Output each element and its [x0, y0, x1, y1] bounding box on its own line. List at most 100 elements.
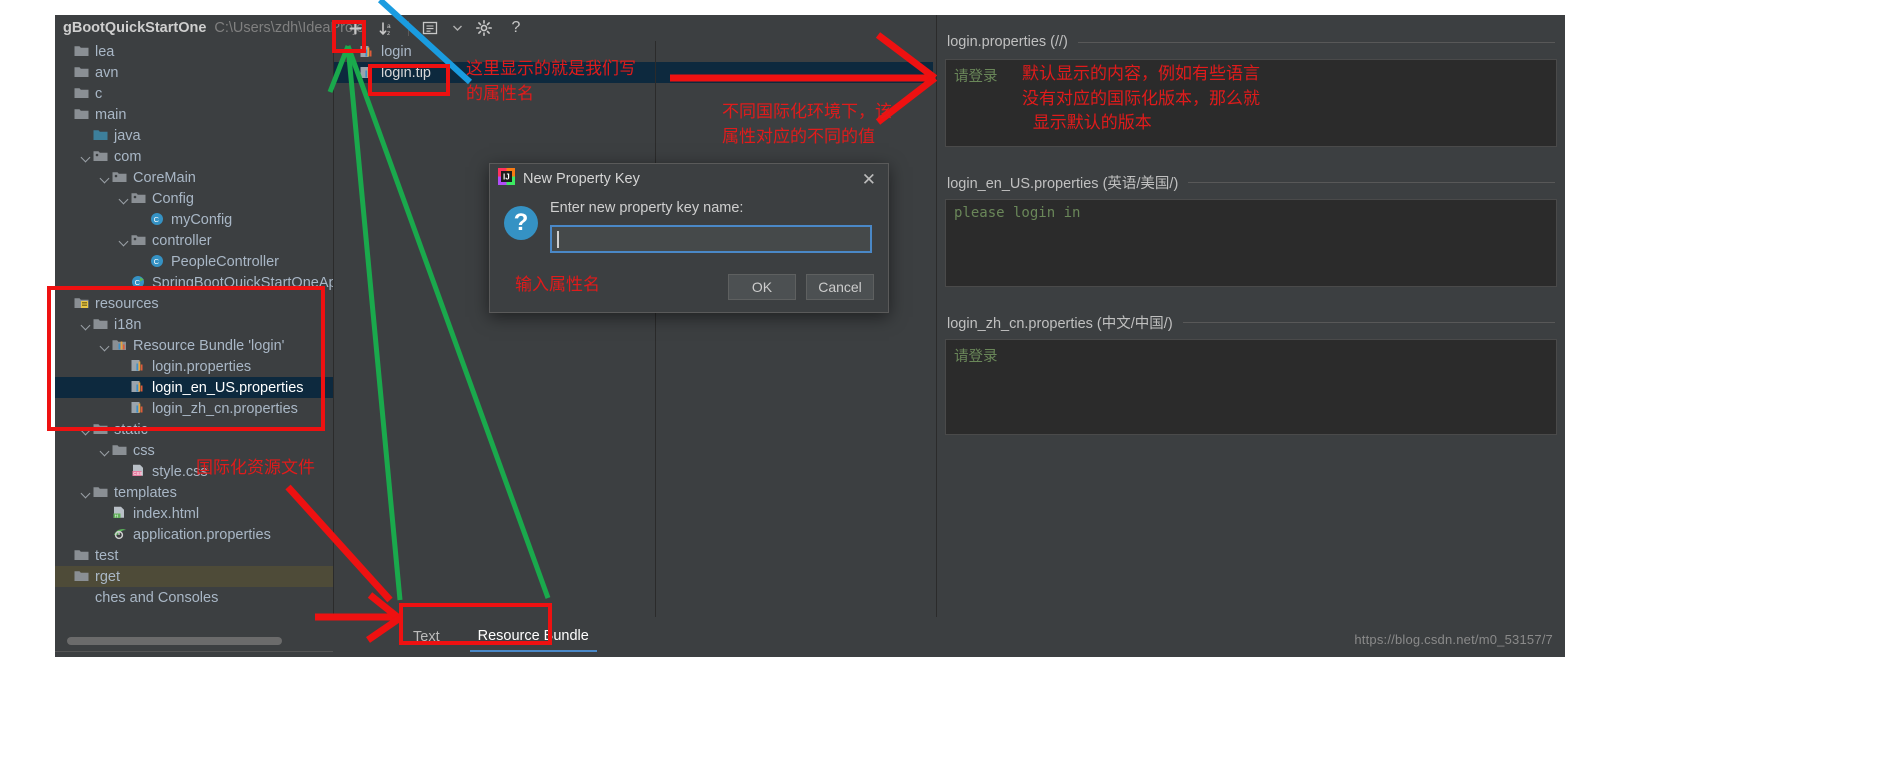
svg-text:a: a [387, 23, 391, 30]
java-class-icon: C [150, 254, 167, 269]
tree-item-test[interactable]: test [55, 545, 333, 566]
dialog-title: New Property Key [523, 171, 640, 187]
locale-editor-header: login_en_US.properties (英语/美国/) [937, 169, 1565, 195]
group-keys-button[interactable] [419, 17, 441, 39]
settings-gear-icon[interactable] [473, 17, 495, 39]
question-icon: ? [504, 206, 538, 240]
tree-item-c[interactable]: c [55, 83, 333, 104]
chevron-down-icon[interactable] [99, 444, 112, 457]
svg-text:CSS: CSS [133, 471, 142, 476]
locale-editor-section: login_zh_cn.properties (中文/中国/) 请登录 [937, 309, 1565, 435]
tree-horizontal-scrollbar[interactable] [67, 637, 282, 645]
tree-item-label: controller [152, 232, 212, 249]
tree-item-label: PeopleController [171, 253, 280, 270]
tree-item-coremain[interactable]: CoreMain [55, 167, 333, 188]
tree-item-application-properties[interactable]: application.properties [55, 524, 333, 545]
text-caret [557, 231, 559, 248]
tree-item-templates[interactable]: templates [55, 482, 333, 503]
intellij-logo-icon: IJ [498, 168, 515, 190]
cancel-button[interactable]: Cancel [806, 274, 874, 300]
tree-item-label: CoreMain [133, 169, 196, 186]
tree-item-com[interactable]: com [55, 146, 333, 167]
html-file-icon: H [112, 506, 129, 521]
chevron-down-icon[interactable] [80, 150, 93, 163]
locale-editor-value: 请登录 [954, 349, 998, 365]
locale-editor-header-label: login_en_US.properties (英语/美国/) [947, 175, 1179, 192]
folder-icon [74, 86, 91, 101]
annotation-input-key-note: 输入属性名 [515, 275, 600, 295]
locale-editor-header: login.properties (//) [937, 29, 1565, 55]
chevron-down-icon[interactable] [118, 192, 131, 205]
tree-item-myconfig[interactable]: CmyConfig [55, 209, 333, 230]
folder-icon [112, 443, 129, 458]
tree-item-label: com [114, 148, 142, 165]
tree-item-main[interactable]: main [55, 104, 333, 125]
screenshot-root: gBootQuickStartOne C:\Users\zdh\IdeaProj… [0, 0, 1885, 779]
tree-item-peoplecontroller[interactable]: C PeopleController [55, 251, 333, 272]
chevron-down-icon[interactable] [99, 171, 112, 184]
folder-icon [74, 44, 91, 59]
locale-editor-value: 请登录 [954, 69, 998, 85]
header-rule [1182, 321, 1555, 323]
annotation-i18n-resource-note: 国际化资源文件 [196, 458, 315, 478]
tree-item-ches-and-consoles[interactable]: ches and Consoles [55, 587, 333, 608]
svg-text:IJ: IJ [503, 173, 510, 182]
chevron-down-icon[interactable] [80, 486, 93, 499]
tree-item-lea[interactable]: lea [55, 41, 333, 62]
dialog-prompt-label: Enter new property key name: [550, 200, 744, 216]
close-icon[interactable]: ✕ [858, 171, 880, 188]
chevron-down-icon[interactable] [451, 17, 463, 39]
source-folder-icon [93, 128, 110, 143]
tree-item-config[interactable]: Config [55, 188, 333, 209]
redbox-resource-bundle-tab [399, 603, 552, 645]
header-rule [1077, 41, 1555, 43]
redbox-login-tip [368, 64, 450, 96]
locale-editor-header-label: login_zh_cn.properties (中文/中国/) [947, 315, 1173, 332]
tree-item-label: myConfig [171, 211, 233, 228]
dialog-titlebar: IJ New Property Key ✕ [490, 164, 888, 194]
tree-divider [55, 651, 333, 652]
tree-item-controller[interactable]: controller [55, 230, 333, 251]
watermark-text: https://blog.csdn.net/m0_53157/7 [1354, 632, 1553, 647]
package-icon [131, 191, 148, 206]
ok-button[interactable]: OK [728, 274, 796, 300]
property-key-input[interactable] [550, 225, 872, 253]
help-button[interactable]: ? [505, 17, 527, 39]
package-icon [131, 233, 148, 248]
property-key-label: login [381, 43, 412, 60]
tree-item-label: main [95, 106, 127, 123]
annotation-key-name-note: 这里显示的就是我们写 的属性名 [466, 59, 636, 104]
svg-text:C: C [154, 257, 160, 266]
tree-item-java[interactable]: java [55, 125, 333, 146]
css-file-icon: CSS [131, 464, 148, 479]
locale-editor-textarea[interactable]: 请登录 [945, 339, 1557, 435]
tree-item-avn[interactable]: avn [55, 62, 333, 83]
svg-text:z: z [387, 30, 390, 36]
none [74, 590, 91, 605]
folder-icon [93, 485, 110, 500]
tree-item-label: templates [114, 484, 177, 501]
redbox-i18n-resources [47, 286, 325, 431]
tree-item-label: java [114, 127, 141, 144]
sort-alphabetically-button[interactable]: a z [376, 17, 398, 39]
tree-item-label: test [95, 547, 119, 564]
resource-bundle-toolbar: a z ? [334, 15, 933, 41]
annotation-default-value-note: 默认显示的内容，例如有些语言 没有对应的国际化版本，那么就 显示默认的版本 [1022, 64, 1260, 134]
tree-item-label: rget [95, 568, 120, 585]
chevron-down-icon[interactable] [118, 234, 131, 247]
tree-item-label: c [95, 85, 103, 102]
locale-editor-textarea[interactable]: please login in [945, 199, 1557, 287]
tree-item-label: index.html [133, 505, 200, 522]
dialog-button-row: OK Cancel [728, 274, 874, 300]
package-icon [112, 170, 129, 185]
redbox-add-button [332, 20, 366, 53]
tree-item-index-html[interactable]: Hindex.html [55, 503, 333, 524]
tree-item-rget[interactable]: rget [55, 566, 333, 587]
